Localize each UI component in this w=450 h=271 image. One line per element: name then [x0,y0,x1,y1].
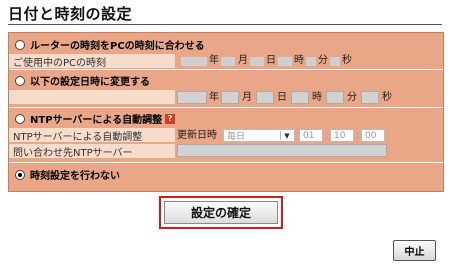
option-sync-pc-time-label: ルーターの時刻をPCの時刻に合わせる [30,41,205,52]
radio-no-time-setting[interactable] [15,169,25,180]
option-manual-datetime-label: 以下の設定日時に変更する [30,77,150,88]
ntp-server-input[interactable] [177,144,387,157]
ntp-frequency-select[interactable]: 毎日 ▼ [223,129,295,142]
manual-second-input[interactable] [361,91,379,104]
option-sync-pc-time[interactable]: ルーターの時刻をPCの時刻に合わせる [9,35,443,54]
option-no-time-setting[interactable]: 時刻設定を行わない [9,165,443,184]
option-ntp-auto[interactable]: NTPサーバーによる自動調整 ? [9,109,443,128]
manual-month-unit: 月 [242,92,252,103]
manual-year-unit: 年 [209,92,219,103]
ntp-auto-label: NTPサーバーによる自動調整 [9,128,175,143]
settings-panel: ルーターの時刻をPCの時刻に合わせる ご使用中のPCの時刻 年 月 日 時 分 … [8,32,444,192]
title-divider [8,24,442,25]
manual-day-unit: 日 [277,92,287,103]
manual-datetime-spacer [9,90,175,104]
pc-time-label: ご使用中のPCの時刻 [9,54,175,69]
ntp-second-input[interactable]: 00 [361,129,385,142]
manual-hour-unit: 時 [312,92,322,103]
radio-manual-datetime[interactable] [15,75,25,86]
confirm-settings-label: 設定の確定 [164,201,278,224]
ntp-hour-input[interactable]: 01 [299,129,323,142]
ntp-server-label: 問い合わせ先NTPサーバー [9,144,175,159]
manual-hour-input[interactable] [291,91,309,104]
manual-month-input[interactable] [221,91,239,104]
page-title: 日付と時刻の設定 [8,5,133,23]
ntp-colon-1: : [325,130,329,141]
confirm-settings-button[interactable]: 設定の確定 [159,196,283,229]
stop-button[interactable]: 中止 [393,240,436,261]
option-no-time-setting-label: 時刻設定を行わない [30,171,120,182]
chevron-down-icon: ▼ [280,131,293,140]
ntp-frequency-value: 毎日 [227,132,246,142]
radio-sync-pc-time[interactable] [15,39,25,50]
ntp-minute-input[interactable]: 10 [330,129,354,142]
option-ntp-auto-label: NTPサーバーによる自動調整 [30,115,163,126]
ntp-colon-2: : [356,130,360,141]
option-manual-datetime[interactable]: 以下の設定日時に変更する [9,71,443,90]
manual-second-unit: 秒 [382,92,392,103]
ntp-update-label: 更新日時 [177,130,217,141]
manual-minute-unit: 分 [347,92,357,103]
manual-day-input[interactable] [256,91,274,104]
radio-ntp-auto[interactable] [15,113,25,124]
manual-year-input[interactable] [177,91,207,104]
manual-minute-input[interactable] [326,91,344,104]
help-icon[interactable]: ? [165,113,176,124]
